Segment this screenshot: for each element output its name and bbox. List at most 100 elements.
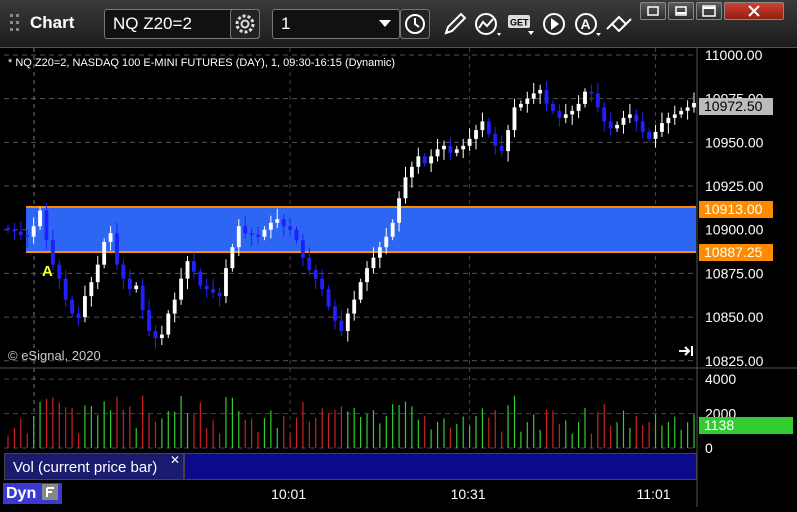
candle-body [76, 313, 81, 318]
candle-body [95, 264, 100, 283]
time-axis: 10:01 10:31 11:01 [271, 486, 671, 502]
play-icon[interactable] [540, 9, 570, 39]
candle-body [281, 219, 286, 227]
candle-body [621, 117, 626, 125]
candle-body [12, 229, 17, 232]
pin-button[interactable] [640, 2, 666, 20]
alert-icon[interactable]: A [572, 9, 602, 39]
candle-body [493, 133, 498, 146]
candle-body [544, 89, 549, 104]
candle-body [172, 299, 177, 314]
svg-text:GET: GET [510, 18, 529, 28]
candle-body [672, 114, 677, 118]
grip-icon[interactable] [8, 12, 24, 34]
candle-body [185, 261, 190, 279]
line-study-icon[interactable] [472, 9, 502, 39]
candle-body [660, 123, 664, 132]
candle-body [147, 310, 151, 332]
volume-tick-label: 0 [705, 440, 713, 456]
volume-study-tab[interactable]: Vol (current price bar) [4, 453, 184, 480]
clock-icon[interactable] [400, 9, 430, 39]
dynamic-mode-button[interactable]: Dyn [3, 483, 62, 504]
candle-body [204, 285, 209, 290]
title-bar: Chart NQ Z20=2 1 GET A [0, 0, 797, 48]
candle-body [518, 103, 523, 108]
candle-body [416, 156, 421, 167]
get-icon[interactable]: GET [506, 9, 536, 39]
pin-icon [647, 6, 659, 16]
candle-body [583, 91, 587, 104]
volume-last-label: 1138 [704, 417, 734, 433]
candle-body [127, 278, 132, 290]
candle-body [268, 222, 273, 230]
candle-body [531, 93, 536, 99]
candle-body [243, 226, 248, 234]
candle-body [166, 313, 171, 335]
lock-icon [41, 484, 58, 500]
candle-body [38, 210, 42, 227]
candle-body [602, 107, 607, 122]
candle-body [140, 285, 145, 311]
close-button[interactable] [724, 2, 784, 20]
candle-body [442, 145, 446, 150]
candle-body [634, 114, 639, 122]
interval-select[interactable]: 1 [272, 9, 400, 39]
pencil-icon[interactable] [440, 9, 470, 39]
candle-body [83, 296, 87, 318]
marker-a-label: A [42, 263, 53, 280]
volume-study-label: Vol (current price bar) [13, 459, 158, 476]
candle-body [576, 103, 581, 111]
candle-body [640, 121, 645, 132]
candle-body [563, 114, 568, 118]
candle-body [403, 177, 408, 199]
candle-body [525, 98, 530, 104]
candle-body [345, 313, 350, 332]
price-tick-label: 10825.00 [705, 353, 764, 369]
candle-body [397, 198, 402, 223]
minimize-button[interactable] [668, 2, 694, 20]
price-chart[interactable]: 11000.0010975.0010950.0010925.0010900.00… [0, 47, 797, 507]
candle-body [57, 264, 62, 279]
candle-body [499, 145, 504, 152]
candle-body [467, 138, 472, 146]
candle-body [89, 282, 94, 297]
study-tab-strip [184, 453, 697, 480]
candle-body [377, 247, 382, 258]
chart-area[interactable]: 11000.0010975.0010950.0010925.0010900.00… [0, 47, 797, 507]
candle-body [294, 229, 299, 241]
candle-body [159, 334, 164, 339]
candle-body [666, 117, 671, 124]
link-icon[interactable] [604, 9, 634, 39]
chevron-down-icon [379, 20, 391, 27]
volume-tick-label: 4000 [705, 371, 736, 387]
band-upper-label: 10913.00 [704, 201, 763, 217]
price-tick-label: 11000.00 [705, 48, 763, 63]
candle-body [134, 285, 139, 290]
close-study-icon[interactable]: ✕ [170, 453, 180, 467]
candle-body [6, 227, 10, 230]
candle-body [326, 289, 331, 307]
candle-body [236, 226, 241, 248]
candle-body [679, 110, 684, 115]
price-tick-label: 10950.00 [705, 134, 764, 150]
candle-body [627, 114, 632, 118]
restore-button[interactable] [696, 2, 722, 20]
maximize-icon [702, 5, 716, 17]
scroll-right-icon[interactable] [679, 346, 693, 356]
candle-body [512, 107, 517, 131]
candle-body [50, 240, 55, 265]
candle-body [538, 89, 543, 94]
candle-body [217, 292, 222, 297]
candle-body [480, 121, 485, 131]
candle-body [108, 233, 113, 242]
candle-body [384, 236, 389, 248]
gear-icon[interactable] [230, 9, 260, 39]
price-tick-label: 10925.00 [705, 178, 764, 194]
candle-body [63, 278, 68, 300]
candle-body [333, 306, 337, 321]
candle-body [313, 269, 318, 279]
candle-body [371, 257, 376, 269]
candle-body [179, 278, 184, 300]
candle-body [153, 331, 158, 339]
chart-description: * NQ Z20=2, NASDAQ 100 E-MINI FUTURES (D… [8, 57, 395, 69]
